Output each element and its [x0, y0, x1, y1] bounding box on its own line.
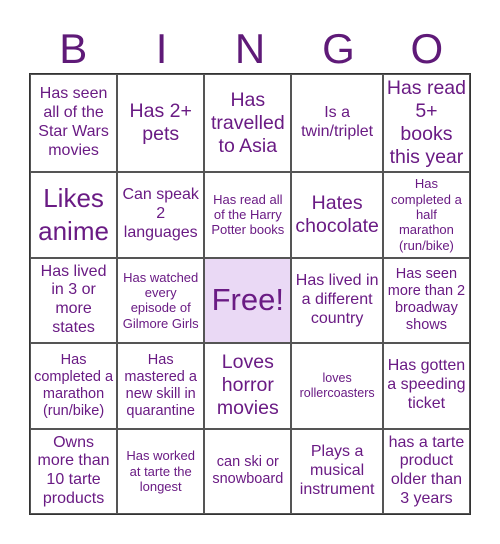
- bingo-cell[interactable]: Plays a musical instrument: [291, 428, 383, 514]
- bingo-header: B I N G O: [29, 26, 471, 72]
- bingo-cell[interactable]: Has read 5+ books this year: [382, 74, 470, 172]
- bingo-cell[interactable]: Hates chocolate: [291, 172, 383, 258]
- header-letter-n: N: [234, 25, 266, 72]
- bingo-cell[interactable]: Likes anime: [30, 172, 118, 258]
- bingo-cell[interactable]: can ski or snowboard: [204, 428, 292, 514]
- header-letter-b: B: [59, 25, 88, 72]
- bingo-cell[interactable]: Has completed a half marathon (run/bike): [382, 172, 470, 258]
- bingo-cell[interactable]: Has lived in a different country: [291, 257, 383, 343]
- header-letter-g: G: [322, 25, 355, 72]
- bingo-cell[interactable]: Has travelled to Asia: [204, 74, 292, 172]
- bingo-cell[interactable]: Has watched every episode of Gilmore Gir…: [117, 257, 205, 343]
- bingo-cell[interactable]: Has gotten a speeding ticket: [382, 343, 470, 429]
- bingo-cell[interactable]: Has 2+ pets: [117, 74, 205, 172]
- bingo-cell[interactable]: loves rollercoasters: [291, 343, 383, 429]
- bingo-cell[interactable]: Loves horror movies: [204, 343, 292, 429]
- bingo-grid: Has seen all of the Star Wars movies Has…: [29, 73, 471, 515]
- bingo-cell[interactable]: Has mastered a new skill in quarantine: [117, 343, 205, 429]
- bingo-cell[interactable]: Has read all of the Harry Potter books: [204, 172, 292, 258]
- bingo-cell[interactable]: Has seen all of the Star Wars movies: [30, 74, 118, 172]
- header-letter-o: O: [410, 25, 444, 72]
- bingo-cell[interactable]: Is a twin/triplet: [291, 74, 383, 172]
- bingo-cell[interactable]: Can speak 2 languages: [117, 172, 205, 258]
- bingo-cell[interactable]: Has worked at tarte the longest: [117, 428, 205, 514]
- bingo-cell[interactable]: Has completed a marathon (run/bike): [30, 343, 118, 429]
- bingo-cell[interactable]: has a tarte product older than 3 years: [382, 428, 470, 514]
- header-letter-i: I: [155, 25, 168, 72]
- bingo-cell[interactable]: Has lived in 3 or more states: [30, 257, 118, 343]
- bingo-cell[interactable]: Owns more than 10 tarte products: [30, 428, 118, 514]
- free-space[interactable]: Free!: [204, 257, 292, 343]
- bingo-cell[interactable]: Has seen more than 2 broadway shows: [382, 257, 470, 343]
